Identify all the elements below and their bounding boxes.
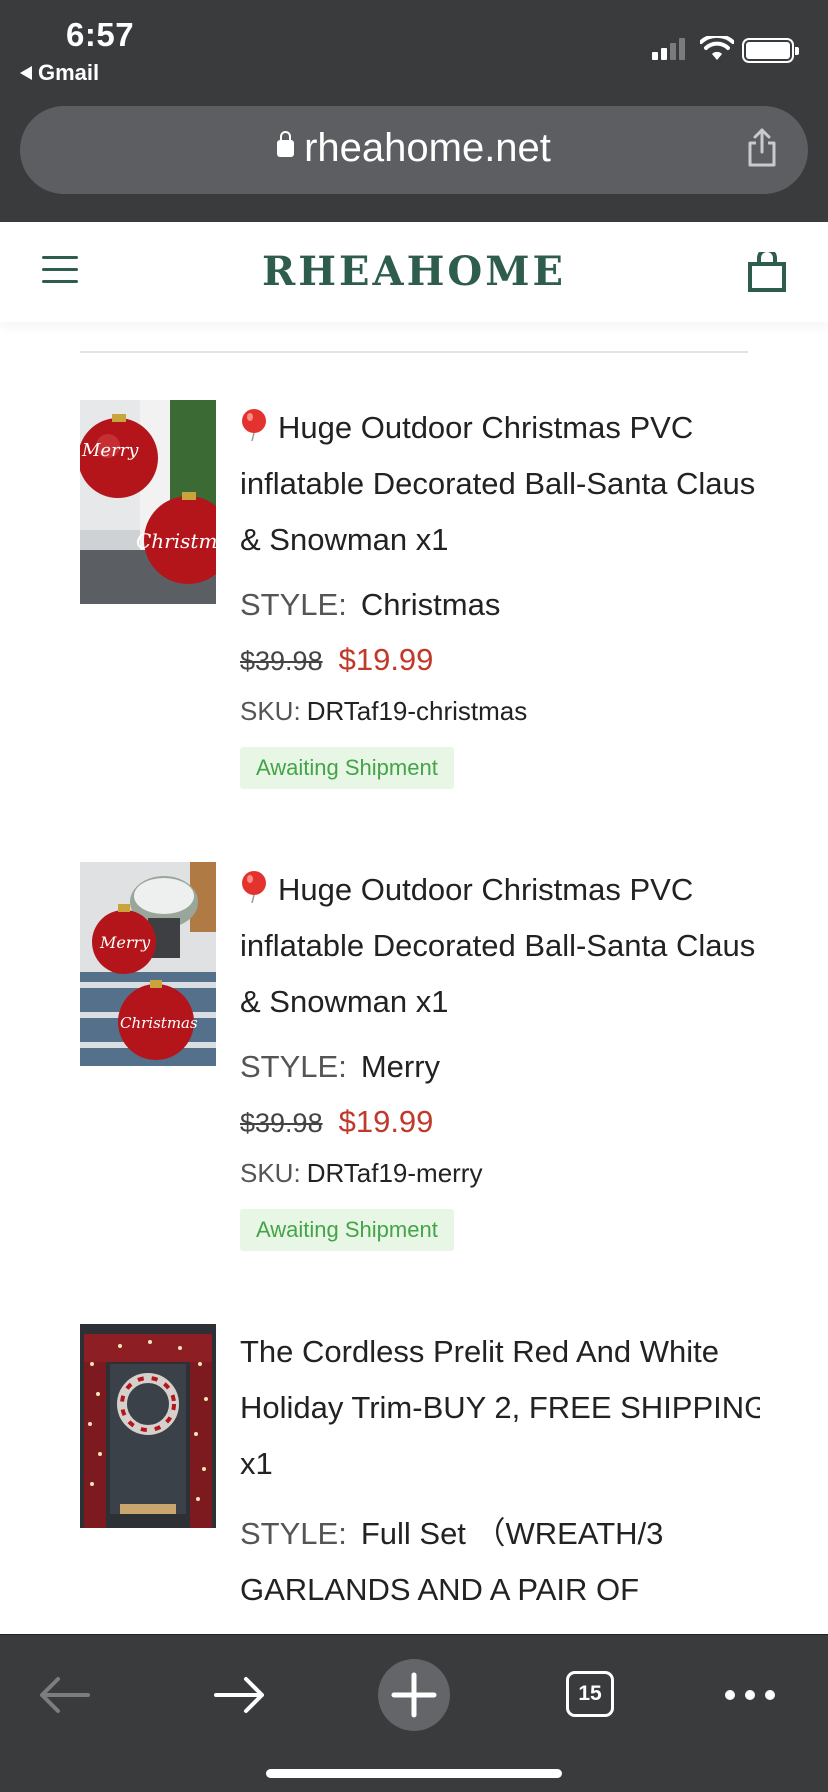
browser-chrome: 6:57 Gmail rheahome.net: [0, 0, 828, 222]
product-image[interactable]: Merry Christmas: [80, 862, 216, 1066]
back-arrow-icon[interactable]: [24, 1655, 104, 1735]
style-label: STYLE:: [240, 1049, 347, 1084]
status-badge: Awaiting Shipment: [240, 747, 454, 789]
site-header: RHEAHOME: [0, 222, 828, 322]
product-image[interactable]: [80, 1324, 216, 1528]
item-style: STYLE: Merry: [240, 1044, 770, 1090]
more-icon[interactable]: [710, 1655, 790, 1735]
sku-label: SKU:: [240, 696, 301, 726]
price-row: $39.98 $19.99: [240, 1104, 770, 1140]
url-text: rheahome.net: [304, 126, 551, 170]
home-indicator[interactable]: [266, 1769, 562, 1778]
order-item: Merry Christm Huge Outdoor Christmas PVC…: [80, 400, 760, 820]
svg-text:Merry: Merry: [99, 933, 151, 952]
item-title[interactable]: The Cordless Prelit Red And White Holida…: [240, 1324, 760, 1492]
svg-text:Christm: Christm: [136, 529, 216, 553]
style-label: STYLE:: [240, 587, 347, 622]
svg-text:Merry: Merry: [81, 440, 139, 461]
new-tab-icon[interactable]: [376, 1655, 456, 1735]
sku-row: SKU: DRTaf19-merry: [240, 1158, 770, 1189]
divider: [80, 351, 748, 353]
product-image[interactable]: Merry Christm: [80, 400, 216, 604]
balloon-icon: [242, 409, 266, 441]
item-style: STYLE: Full Set （WREATH/3 GARLANDS AND A …: [240, 1506, 760, 1618]
style-value: Merry: [360, 1049, 441, 1084]
svg-text:Christmas: Christmas: [120, 1014, 198, 1032]
original-price: $39.98: [240, 1108, 323, 1138]
wifi-icon: [700, 36, 734, 60]
forward-arrow-icon[interactable]: [200, 1655, 280, 1735]
browser-toolbar: 15: [0, 1634, 828, 1792]
tabs-icon[interactable]: 15: [550, 1655, 630, 1735]
item-info: Huge Outdoor Christmas PVC inflatable De…: [240, 862, 770, 1251]
item-info: Huge Outdoor Christmas PVC inflatable De…: [240, 400, 770, 789]
sku-value: DRTaf19-merry: [306, 1158, 483, 1188]
order-item: Merry Christmas Huge Outdoor Christmas P…: [80, 862, 760, 1282]
share-icon[interactable]: [746, 128, 778, 168]
cellular-signal-icon: [652, 38, 685, 60]
balloon-icon: [242, 871, 266, 903]
sku-row: SKU: DRTaf19-christmas: [240, 696, 770, 727]
price-row: $39.98 $19.99: [240, 642, 770, 678]
style-label: STYLE:: [240, 1516, 347, 1551]
address-bar[interactable]: rheahome.net: [20, 106, 808, 194]
item-title[interactable]: Huge Outdoor Christmas PVC inflatable De…: [240, 400, 770, 568]
item-title[interactable]: Huge Outdoor Christmas PVC inflatable De…: [240, 862, 770, 1030]
back-triangle-icon: [20, 66, 32, 80]
style-value: Christmas: [360, 587, 501, 622]
original-price: $39.98: [240, 646, 323, 676]
item-style: STYLE: Christmas: [240, 582, 770, 628]
battery-icon: [742, 38, 799, 63]
sku-label: SKU:: [240, 1158, 301, 1188]
shopping-bag-icon[interactable]: [748, 252, 786, 292]
status-time: 6:57: [66, 16, 135, 53]
tab-count: 15: [566, 1671, 614, 1717]
back-to-app-link[interactable]: Gmail: [20, 60, 99, 86]
item-info: The Cordless Prelit Red And White Holida…: [240, 1324, 760, 1618]
order-item: The Cordless Prelit Red And White Holida…: [80, 1324, 760, 1634]
sale-price: $19.99: [338, 1104, 434, 1139]
status-badge: Awaiting Shipment: [240, 1209, 454, 1251]
back-app-label: Gmail: [38, 60, 100, 85]
site-logo[interactable]: RHEAHOME: [0, 248, 828, 295]
lock-icon: [277, 131, 295, 157]
sale-price: $19.99: [338, 642, 434, 677]
sku-value: DRTaf19-christmas: [306, 696, 528, 726]
